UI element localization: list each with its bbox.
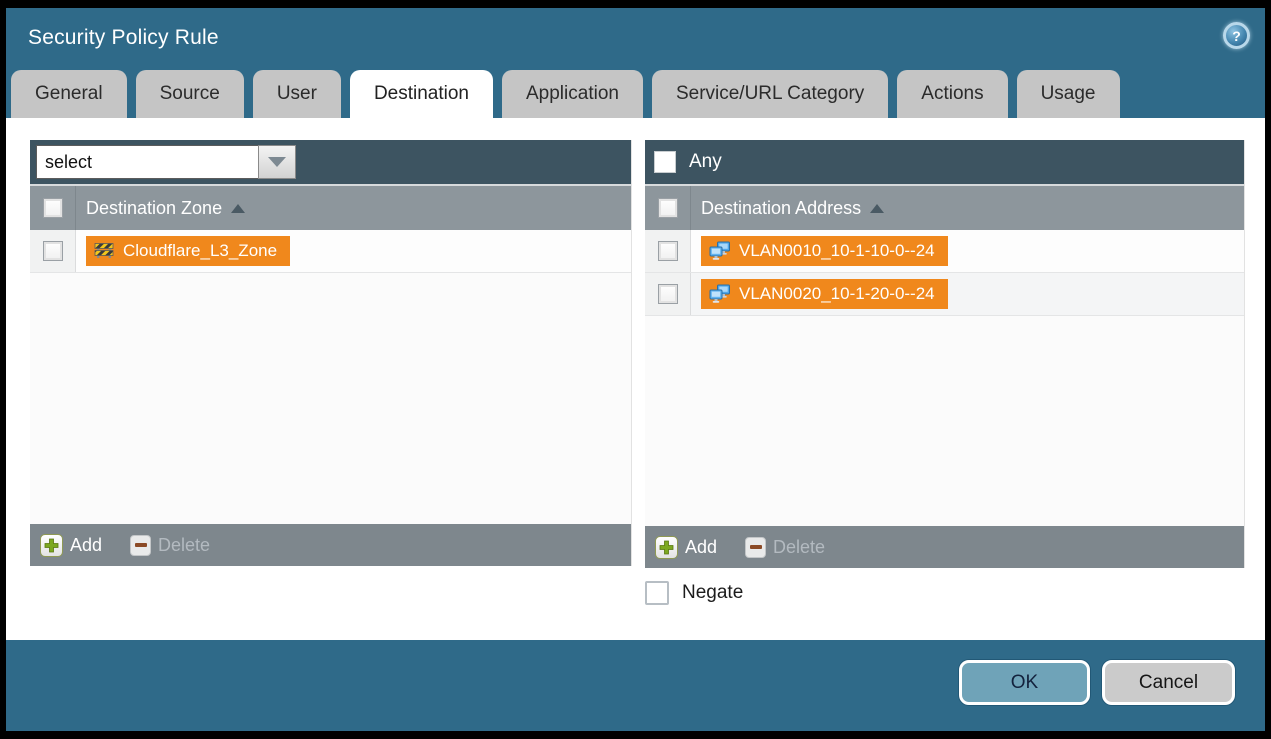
zone-barricade-icon [93,242,115,260]
zone-add-button[interactable]: Add [40,534,102,557]
zone-type-combobox [36,145,296,179]
zone-chip[interactable]: Cloudflare_L3_Zone [86,236,290,266]
zone-row-checkbox[interactable] [43,241,63,261]
negate-row: Negate [645,581,743,605]
tab-application[interactable]: Application [502,70,643,118]
destination-address-panel: Any Destination Address [645,140,1245,568]
zone-list: Cloudflare_L3_Zone [30,230,631,524]
address-column-label: Destination Address [691,198,861,219]
destination-tab-content: Destination Zone [6,118,1265,640]
any-label: Any [689,151,722,173]
address-chip-label: VLAN0020_10-1-20-0--24 [739,283,935,305]
ok-button[interactable]: OK [959,660,1090,705]
zone-select-bar [30,140,631,184]
network-address-icon [708,241,731,261]
address-row-checkbox[interactable] [658,284,678,304]
zone-select-all-checkbox[interactable] [43,198,63,218]
address-column-header: Destination Address [645,184,1244,230]
tab-usage[interactable]: Usage [1017,70,1120,118]
address-add-button[interactable]: Add [655,536,717,559]
tab-user[interactable]: User [253,70,341,118]
address-add-label: Add [685,537,717,558]
zone-select-input[interactable] [36,145,258,179]
address-chip-label: VLAN0010_10-1-10-0--24 [739,240,935,262]
address-row-cell: VLAN0020_10-1-20-0--24 [691,273,1244,315]
tab-destination[interactable]: Destination [350,70,493,120]
address-list: VLAN0010_10-1-10-0--24 [645,230,1244,526]
sort-ascending-icon[interactable] [870,204,884,213]
tab-service-url-category[interactable]: Service/URL Category [652,70,888,118]
address-row[interactable]: VLAN0020_10-1-20-0--24 [645,273,1244,316]
address-panel-footer: Add Delete [645,526,1244,568]
zone-row[interactable]: Cloudflare_L3_Zone [30,230,631,273]
zone-delete-label: Delete [158,535,210,556]
network-address-icon [708,284,731,304]
address-row-checkbox[interactable] [658,241,678,261]
zone-row-checkbox-cell [30,230,76,272]
address-row-checkbox-cell [645,230,691,272]
address-chip[interactable]: VLAN0020_10-1-20-0--24 [701,279,948,309]
help-icon[interactable]: ? [1223,22,1250,49]
zone-select-dropdown-button[interactable] [258,145,296,179]
zone-row-cell: Cloudflare_L3_Zone [76,230,631,272]
destination-zone-panel: Destination Zone [30,140,632,566]
zone-chip-label: Cloudflare_L3_Zone [123,240,277,262]
address-row-cell: VLAN0010_10-1-10-0--24 [691,230,1244,272]
dialog-title: Security Policy Rule [28,26,219,50]
minus-icon [130,535,151,556]
zone-panel-footer: Add Delete [30,524,631,566]
dialog-titlebar: Security Policy Rule ? [6,8,1265,70]
tab-bar: General Source User Destination Applicat… [11,70,1120,118]
zone-add-label: Add [70,535,102,556]
minus-icon [745,537,766,558]
address-any-bar: Any [645,140,1244,184]
tab-general[interactable]: General [11,70,127,118]
address-delete-label: Delete [773,537,825,558]
zone-select-all-cell [30,186,76,230]
any-row: Any [651,151,722,173]
negate-label: Negate [682,582,743,604]
security-policy-rule-dialog: Security Policy Rule ? General Source Us… [6,8,1265,731]
address-chip[interactable]: VLAN0010_10-1-10-0--24 [701,236,948,266]
address-row[interactable]: VLAN0010_10-1-10-0--24 [645,230,1244,273]
zone-column-label: Destination Zone [76,198,222,219]
plus-icon [655,536,678,559]
address-delete-button[interactable]: Delete [745,537,825,558]
sort-ascending-icon[interactable] [231,204,245,213]
zone-column-header: Destination Zone [30,184,631,230]
address-row-checkbox-cell [645,273,691,315]
negate-checkbox[interactable] [645,581,669,605]
address-select-all-checkbox[interactable] [658,198,678,218]
address-select-all-cell [645,186,691,230]
tab-source[interactable]: Source [136,70,244,118]
plus-icon [40,534,63,557]
any-checkbox[interactable] [654,151,676,173]
cancel-button[interactable]: Cancel [1102,660,1235,705]
zone-delete-button[interactable]: Delete [130,535,210,556]
tab-actions[interactable]: Actions [897,70,1007,118]
chevron-down-icon [268,157,286,167]
